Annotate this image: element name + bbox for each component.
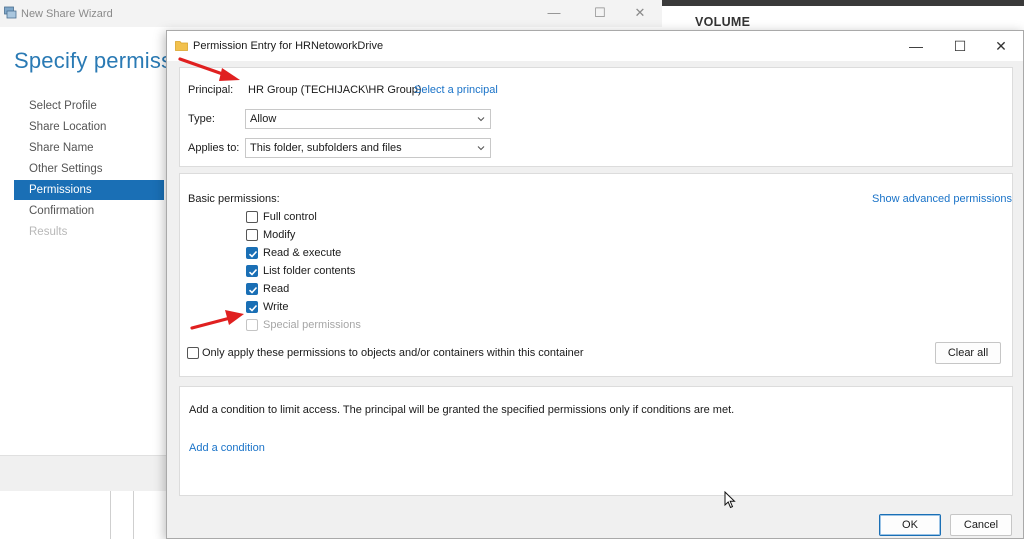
applies-to-dropdown-value: This folder, subfolders and files xyxy=(250,142,402,154)
type-dropdown-value: Allow xyxy=(250,113,277,125)
checkmark-icon xyxy=(248,304,258,312)
volume-section-title: VOLUME xyxy=(695,15,751,29)
permission-row-read[interactable]: Read xyxy=(246,282,406,298)
close-icon[interactable]: ✕ xyxy=(987,36,1015,56)
step-label: Share Name xyxy=(29,142,94,154)
step-label: Confirmation xyxy=(29,205,95,217)
minimize-icon[interactable]: — xyxy=(902,36,930,56)
cancel-button[interactable]: Cancel xyxy=(950,514,1012,536)
permission-label: List folder contents xyxy=(263,265,356,277)
permission-entry-dialog: Permission Entry for HRNetoworkDrive — ☐… xyxy=(166,30,1024,539)
principal-panel: Principal: HR Group (TECHIJACK\HR Group)… xyxy=(179,67,1013,167)
server-app-icon xyxy=(4,6,17,19)
type-label: Type: xyxy=(188,113,215,125)
applies-to-dropdown[interactable]: This folder, subfolders and files xyxy=(245,138,491,158)
folder-icon xyxy=(175,41,188,51)
permission-row-modify[interactable]: Modify xyxy=(246,228,406,244)
show-advanced-permissions-link[interactable]: Show advanced permissions xyxy=(872,193,1012,205)
wizard-footer xyxy=(0,455,168,491)
step-label: Results xyxy=(29,226,68,238)
permission-row-full-control[interactable]: Full control xyxy=(246,210,406,226)
wizard-step-other-settings[interactable]: Other Settings xyxy=(14,159,164,179)
type-dropdown[interactable]: Allow xyxy=(245,109,491,129)
checkmark-icon xyxy=(248,286,258,294)
ok-button[interactable]: OK xyxy=(879,514,941,536)
applies-to-label: Applies to: xyxy=(188,142,240,154)
basic-permissions-label: Basic permissions: xyxy=(188,193,280,205)
basic-permissions-panel: Basic permissions: Show advanced permiss… xyxy=(179,173,1013,377)
wizard-footer-divider xyxy=(133,491,134,539)
red-annotation-arrow-icon xyxy=(178,57,240,81)
close-icon[interactable]: ✕ xyxy=(628,4,652,22)
permission-label: Full control xyxy=(263,211,317,223)
only-apply-checkbox[interactable] xyxy=(187,347,199,359)
chevron-down-icon xyxy=(477,146,485,151)
wizard-title: New Share Wizard xyxy=(21,8,113,20)
checkmark-icon xyxy=(248,250,258,258)
permission-label: Modify xyxy=(263,229,296,241)
wizard-step-confirmation[interactable]: Confirmation xyxy=(14,201,164,221)
maximize-icon[interactable]: ☐ xyxy=(946,36,974,56)
permission-label: Special permissions xyxy=(263,319,361,331)
permission-checkbox-list-folder-contents[interactable] xyxy=(246,265,258,277)
mouse-cursor-icon xyxy=(724,491,736,509)
permission-row-read-execute[interactable]: Read & execute xyxy=(246,246,406,262)
permission-row-special-permissions: Special permissions xyxy=(246,318,406,334)
step-label: Share Location xyxy=(29,121,107,133)
maximize-icon[interactable]: ☐ xyxy=(588,4,612,22)
add-condition-link[interactable]: Add a condition xyxy=(189,442,265,454)
permission-row-write[interactable]: Write xyxy=(246,300,406,316)
chevron-down-icon xyxy=(477,117,485,122)
only-apply-checkbox-row[interactable]: Only apply these permissions to objects … xyxy=(187,346,607,362)
step-label: Select Profile xyxy=(29,100,97,112)
wizard-step-results: Results xyxy=(14,222,164,242)
only-apply-label: Only apply these permissions to objects … xyxy=(202,347,584,359)
step-label: Other Settings xyxy=(29,163,103,175)
wizard-step-share-location[interactable]: Share Location xyxy=(14,117,164,137)
condition-panel: Add a condition to limit access. The pri… xyxy=(179,386,1013,496)
permission-label: Read xyxy=(263,283,290,295)
checkmark-icon xyxy=(248,268,258,276)
step-label: Permissions xyxy=(29,184,92,196)
permission-checkbox-full-control[interactable] xyxy=(246,211,258,223)
wizard-footer-divider xyxy=(110,491,168,539)
server-topbar xyxy=(662,0,1024,6)
dialog-titlebar: Permission Entry for HRNetoworkDrive — ☐… xyxy=(167,31,1023,61)
permission-row-list-folder-contents[interactable]: List folder contents xyxy=(246,264,406,280)
permission-label: Read & execute xyxy=(263,247,342,259)
wizard-step-permissions[interactable]: Permissions xyxy=(14,180,164,200)
dialog-title: Permission Entry for HRNetoworkDrive xyxy=(193,40,384,52)
permission-label: Write xyxy=(263,301,289,313)
wizard-step-select-profile[interactable]: Select Profile xyxy=(14,96,164,116)
principal-value: HR Group (TECHIJACK\HR Group) xyxy=(248,84,422,96)
permission-checkbox-modify[interactable] xyxy=(246,229,258,241)
permission-checkbox-read[interactable] xyxy=(246,283,258,295)
minimize-icon[interactable]: — xyxy=(542,4,566,22)
red-annotation-arrow-icon xyxy=(190,310,244,330)
condition-description: Add a condition to limit access. The pri… xyxy=(189,404,735,416)
permission-checkbox-read-execute[interactable] xyxy=(246,247,258,259)
wizard-page-heading: Specify permissio xyxy=(14,48,190,73)
wizard-titlebar: New Share Wizard — ☐ ✕ xyxy=(0,0,662,27)
wizard-step-share-name[interactable]: Share Name xyxy=(14,138,164,158)
select-principal-link[interactable]: Select a principal xyxy=(414,84,498,96)
clear-all-button[interactable]: Clear all xyxy=(935,342,1001,364)
